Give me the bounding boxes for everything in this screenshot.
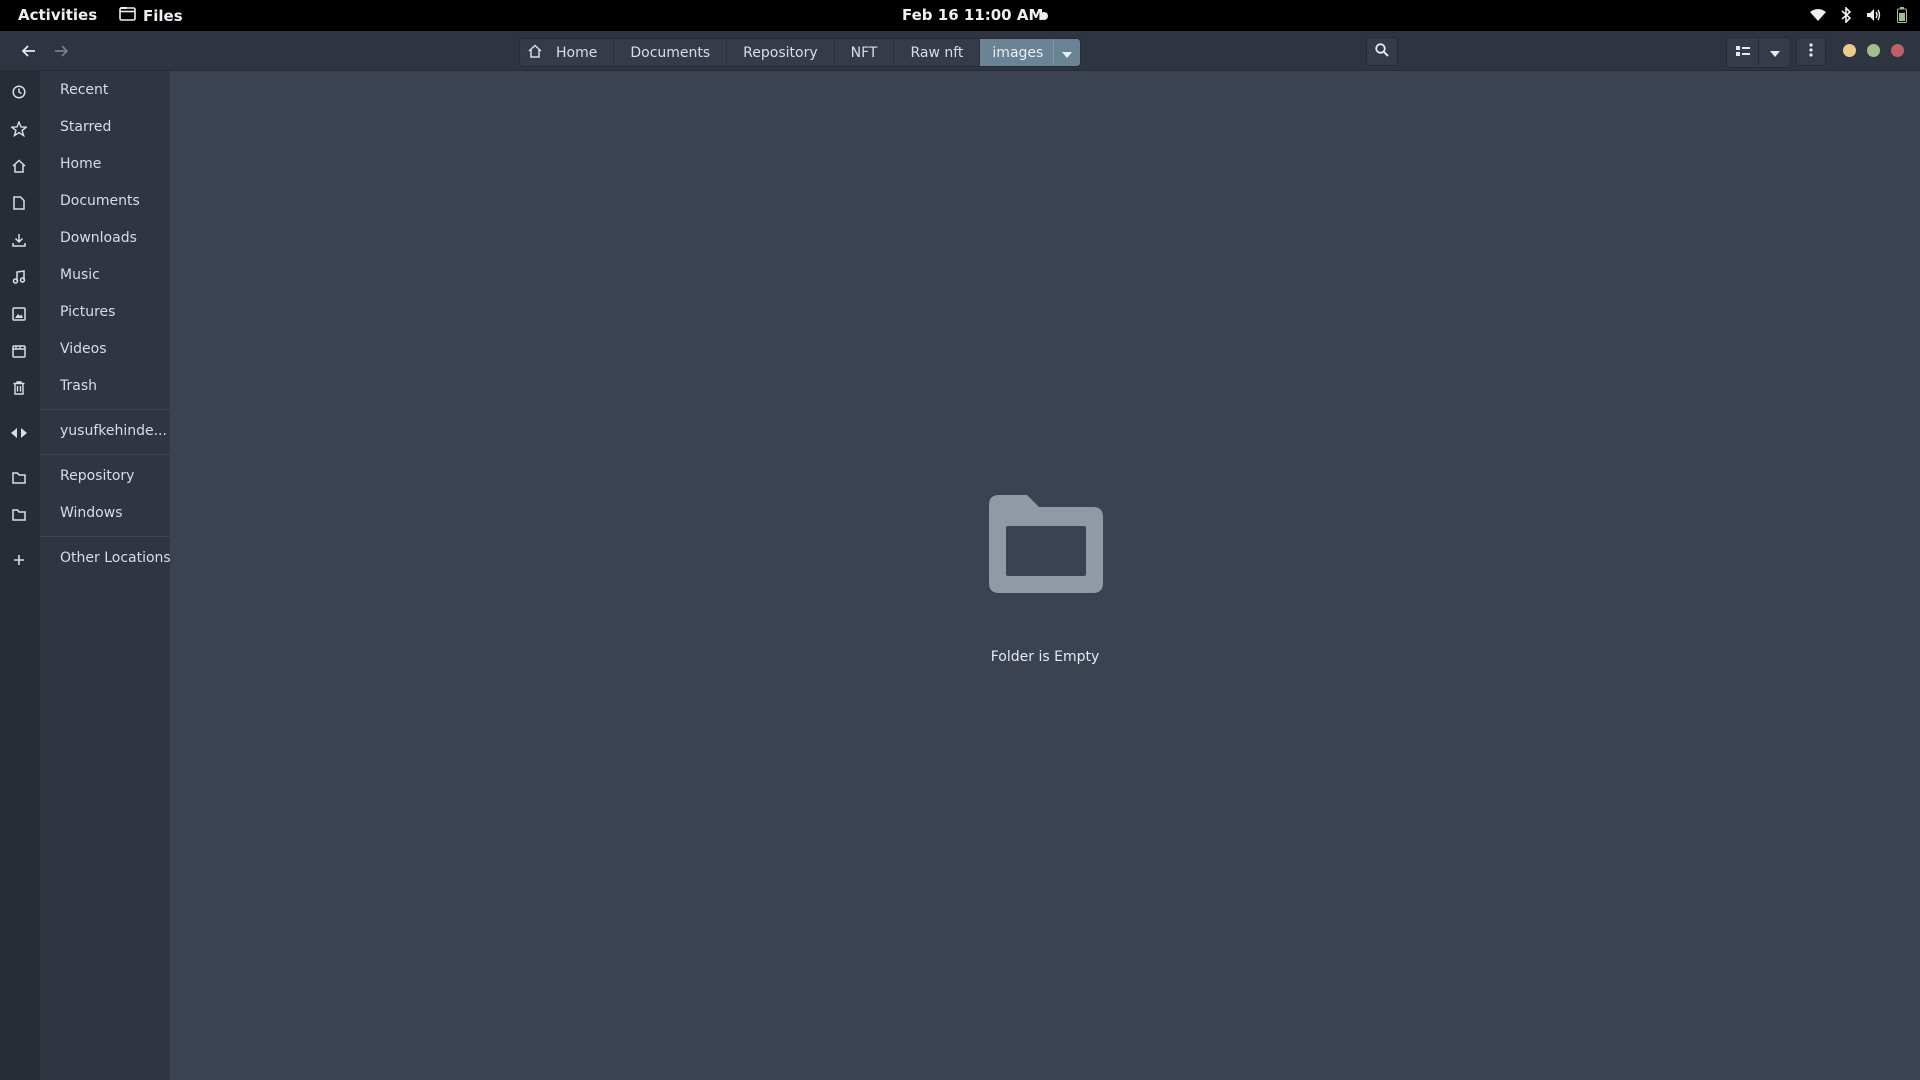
top-bar: Activities Files Feb 16 11:00 AM: [0, 0, 1920, 31]
empty-folder-message: Folder is Empty: [990, 649, 1100, 665]
app-menu[interactable]: Files: [119, 6, 183, 25]
sidebar-item-recent[interactable]: Recent: [0, 76, 170, 106]
sidebar-item-label: Pictures: [60, 304, 116, 320]
sidebar-item-label: Music: [60, 267, 100, 283]
sidebar-item-music[interactable]: Music: [0, 261, 170, 291]
arrow-right-icon: [54, 42, 69, 61]
sidebar-separator: [40, 536, 170, 537]
sidebar-item-label: Videos: [60, 341, 107, 357]
system-tray[interactable]: [1810, 6, 1910, 24]
sidebar-separator: [40, 409, 170, 410]
trash-icon: [10, 379, 28, 397]
picture-icon: [10, 305, 28, 323]
breadcrumb-menu-button[interactable]: [1053, 39, 1081, 66]
home-icon: [528, 43, 542, 62]
main-menu-button[interactable]: [1796, 37, 1826, 66]
maximize-button[interactable]: [1867, 44, 1880, 57]
sidebar-item-other-locations[interactable]: Other Locations: [0, 544, 171, 574]
sidebar-item-label: yusufkehinde...: [60, 423, 167, 439]
plus-icon: [10, 551, 28, 569]
video-icon: [10, 342, 28, 360]
chevron-down-icon: [1769, 42, 1780, 61]
chevron-down-icon: [1062, 43, 1073, 62]
sidebar-item-repository[interactable]: Repository: [0, 462, 170, 492]
sidebar-item-label: Documents: [60, 193, 140, 209]
files-app-icon: [119, 6, 136, 25]
folder-icon: [10, 506, 28, 524]
breadcrumb-raw-nft[interactable]: Raw nft: [894, 39, 981, 66]
breadcrumb-documents[interactable]: Documents: [614, 39, 728, 66]
activities-button[interactable]: Activities: [18, 6, 97, 24]
sidebar-item-label: Repository: [60, 468, 135, 484]
sidebar-item-videos[interactable]: Videos: [0, 335, 170, 365]
wifi-icon[interactable]: [1810, 6, 1826, 24]
clock[interactable]: Feb 16 11:00 AM: [902, 6, 1043, 24]
breadcrumb-label: Home: [556, 44, 598, 61]
music-icon: [10, 268, 28, 286]
sidebar-item-label: Starred: [60, 119, 112, 135]
download-icon: [10, 231, 28, 249]
arrow-left-icon: [21, 42, 36, 61]
home-icon: [10, 157, 28, 175]
breadcrumb-repository[interactable]: Repository: [727, 39, 835, 66]
app-name: Files: [143, 6, 183, 25]
sidebar-item-trash[interactable]: Trash: [0, 372, 170, 402]
search-button[interactable]: [1366, 37, 1398, 66]
network-share-icon: [10, 424, 28, 442]
sidebar-separator: [40, 454, 170, 455]
view-toggle: [1726, 37, 1791, 68]
view-options-button[interactable]: [1758, 38, 1790, 65]
close-button[interactable]: [1891, 44, 1904, 57]
breadcrumb-images[interactable]: images: [980, 39, 1054, 66]
list-view-icon: [1735, 42, 1750, 61]
kebab-menu-icon: [1809, 42, 1813, 61]
document-icon: [10, 194, 28, 212]
sidebar-item-windows[interactable]: Windows: [0, 499, 170, 529]
empty-folder-icon: [989, 495, 1103, 597]
sidebar-item-label: Home: [60, 156, 102, 172]
list-view-button[interactable]: [1727, 38, 1758, 65]
folder-icon: [10, 469, 28, 487]
star-icon: [10, 120, 28, 138]
notification-dot: [1040, 12, 1048, 20]
clock-icon: [10, 83, 28, 101]
sidebar-item-label: Other Locations: [60, 550, 171, 566]
file-view[interactable]: Folder is Empty: [170, 71, 1920, 1080]
breadcrumb-nft[interactable]: NFT: [835, 39, 895, 66]
sidebar-icon-strip: [0, 71, 40, 1080]
sidebar-item-home[interactable]: Home: [0, 150, 170, 180]
minimize-button[interactable]: [1843, 44, 1856, 57]
sidebar-item-label: Trash: [60, 378, 97, 394]
breadcrumb: Home Documents Repository NFT Raw nft im…: [519, 38, 1082, 67]
sidebar-item-label: Windows: [60, 505, 123, 521]
sidebar: [40, 71, 170, 1080]
volume-icon[interactable]: [1866, 6, 1882, 24]
breadcrumb-home[interactable]: Home: [520, 39, 615, 66]
sidebar-item-network-share[interactable]: yusufkehinde...: [0, 417, 170, 447]
sidebar-item-pictures[interactable]: Pictures: [0, 298, 170, 328]
sidebar-item-label: Downloads: [60, 230, 137, 246]
back-button[interactable]: [14, 38, 44, 64]
header-bar: Home Documents Repository NFT Raw nft im…: [0, 31, 1920, 71]
bluetooth-icon[interactable]: [1838, 6, 1854, 24]
sidebar-item-documents[interactable]: Documents: [0, 187, 170, 217]
sidebar-item-downloads[interactable]: Downloads: [0, 224, 170, 254]
sidebar-item-starred[interactable]: Starred: [0, 113, 170, 143]
forward-button[interactable]: [46, 38, 76, 64]
search-icon: [1375, 42, 1389, 61]
sidebar-item-label: Recent: [60, 82, 109, 98]
battery-icon[interactable]: [1894, 6, 1910, 24]
